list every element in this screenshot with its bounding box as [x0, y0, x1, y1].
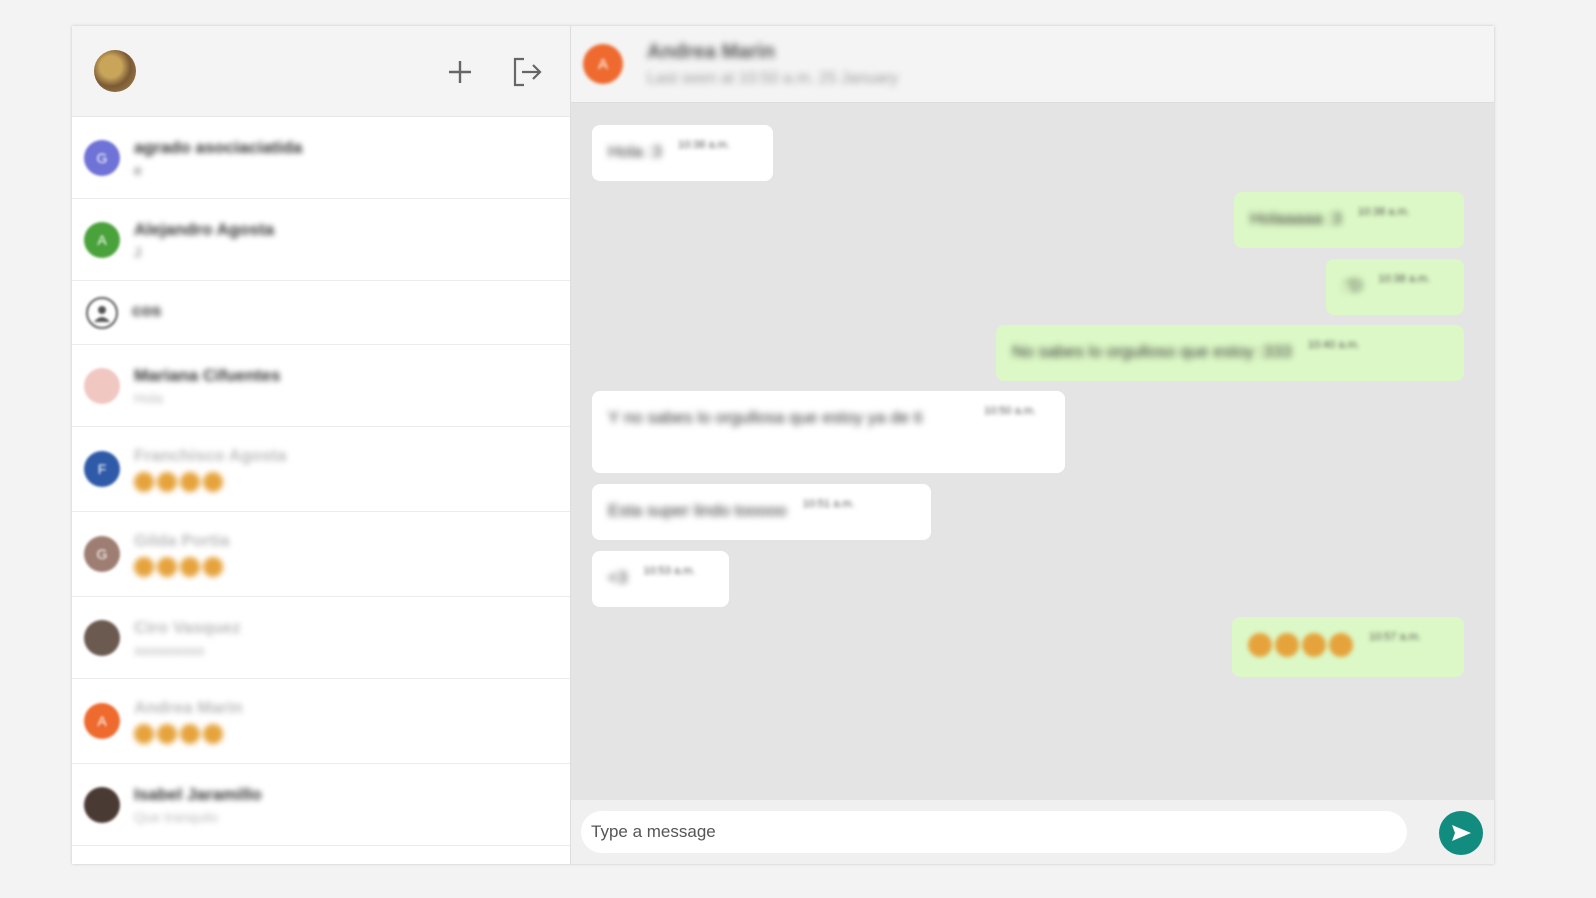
message-list: Hola :3 10:38 a.m. Holaaaaa :3 10:38 a.m…	[571, 103, 1494, 800]
chat-name: Alejandro Agosta	[134, 219, 275, 239]
message-outgoing: :'D 10:38 a.m.	[1326, 259, 1464, 315]
contact-avatar: A	[84, 703, 120, 739]
chat-list-item[interactable]: Mariana Cifuentes Hola	[72, 345, 570, 427]
chat-name: Gilda Portia	[134, 531, 230, 550]
person-icon	[86, 296, 118, 329]
emoji-preview	[134, 724, 243, 744]
message-text: Esta super lindo tooooo	[608, 501, 787, 520]
chat-list-item[interactable]: A Alejandro Agosta J	[72, 199, 570, 281]
plus-icon	[449, 61, 471, 83]
emoji-message	[1248, 633, 1353, 657]
message-time: 10:38 a.m.	[1357, 206, 1410, 218]
message-time: 10:38 a.m.	[677, 139, 730, 151]
contact-avatar: G	[84, 536, 120, 572]
emoji-preview	[134, 472, 286, 492]
chat-list-item[interactable]: Isabel Jaramillo Que tranquilo	[72, 764, 570, 846]
message-text: No sabes lo orgulloso que estoy :333	[1012, 342, 1292, 361]
message-incoming: Y no sabes lo orgullosa que estoy ya de …	[592, 391, 1065, 473]
sidebar: G agrado asociaciatida e A Alejandro Ago…	[72, 26, 571, 864]
chat-name: Franchisco Agosta	[134, 446, 287, 465]
message-incoming: Esta super lindo tooooo 10:51 a.m.	[592, 484, 931, 540]
chat-list: G agrado asociaciatida e A Alejandro Ago…	[72, 117, 570, 864]
message-input[interactable]	[581, 811, 1407, 853]
conversation-header: A Andrea Marin Last seen at 10:50 a.m. 2…	[571, 26, 1494, 103]
chat-last-message: aaaaaaaaa	[134, 641, 205, 658]
chat-name: agrado asociaciatida	[134, 137, 303, 157]
message-time: 10:50 a.m.	[984, 405, 1036, 417]
contact-last-seen: Last seen at 10:50 a.m. 25 January	[647, 69, 898, 87]
message-outgoing: 10:57 a.m.	[1232, 617, 1464, 677]
sidebar-header	[72, 26, 570, 117]
profile-avatar[interactable]	[94, 50, 136, 92]
message-incoming: Hola :3 10:38 a.m.	[592, 125, 773, 181]
chat-name: Isabel Jaramillo	[134, 784, 262, 804]
chat-list-item[interactable]: F Franchisco Agosta	[72, 427, 570, 512]
message-text: <3	[608, 568, 628, 587]
message-text: Hola :3	[608, 142, 662, 161]
chat-last-message: e	[134, 161, 142, 178]
contact-avatar: F	[84, 451, 120, 487]
chat-last-message: J	[134, 243, 141, 260]
chat-list-item[interactable]: G agrado asociaciatida e	[72, 117, 570, 199]
contact-avatar[interactable]: A	[583, 44, 623, 84]
contact-avatar	[84, 367, 120, 404]
message-time: 10:57 a.m.	[1369, 631, 1421, 643]
message-time: 10:51 a.m.	[802, 498, 855, 510]
contact-avatar: A	[84, 221, 120, 258]
message-outgoing: No sabes lo orgulloso que estoy :333 10:…	[996, 325, 1464, 381]
contact-avatar	[84, 619, 120, 656]
emoji-preview	[134, 557, 229, 577]
contact-name: Andrea Marin	[647, 40, 775, 63]
new-chat-button[interactable]	[442, 54, 478, 90]
chat-last-message: Que tranquilo	[134, 808, 219, 825]
chat-list-item[interactable]: A Andrea Marin	[72, 679, 570, 764]
message-composer	[571, 800, 1494, 864]
message-text: Y no sabes lo orgullosa que estoy ya de …	[608, 408, 923, 427]
chat-name: Mariana Cifuentes	[134, 365, 281, 385]
chat-list-item[interactable]: G Gilda Portia	[72, 512, 570, 597]
contact-avatar: G	[84, 139, 120, 176]
logout-button[interactable]	[509, 54, 545, 90]
chat-last-message: Hola	[134, 389, 163, 406]
message-outgoing: Holaaaaa :3 10:38 a.m.	[1234, 192, 1464, 248]
chat-name: cos	[132, 300, 162, 320]
message-time: 10:40 a.m.	[1307, 339, 1360, 351]
message-text: :'D	[1342, 276, 1363, 295]
chat-name: Andrea Marin	[134, 698, 243, 717]
logout-icon	[513, 57, 542, 87]
send-icon	[1452, 825, 1471, 841]
message-time: 10:53 a.m.	[643, 565, 696, 577]
chat-name: Ciro Vasquez	[134, 617, 241, 637]
message-text: Holaaaaa :3	[1250, 209, 1342, 228]
chat-list-item[interactable]: Ciro Vasquez aaaaaaaaa	[72, 597, 570, 679]
chat-app: G agrado asociaciatida e A Alejandro Ago…	[72, 26, 1494, 864]
send-button[interactable]	[1439, 811, 1483, 855]
conversation-pane: A Andrea Marin Last seen at 10:50 a.m. 2…	[571, 26, 1494, 864]
contact-avatar	[84, 786, 120, 823]
chat-list-item[interactable]: cos	[72, 281, 570, 345]
message-incoming: <3 10:53 a.m.	[592, 551, 729, 607]
message-time: 10:38 a.m.	[1378, 273, 1431, 285]
